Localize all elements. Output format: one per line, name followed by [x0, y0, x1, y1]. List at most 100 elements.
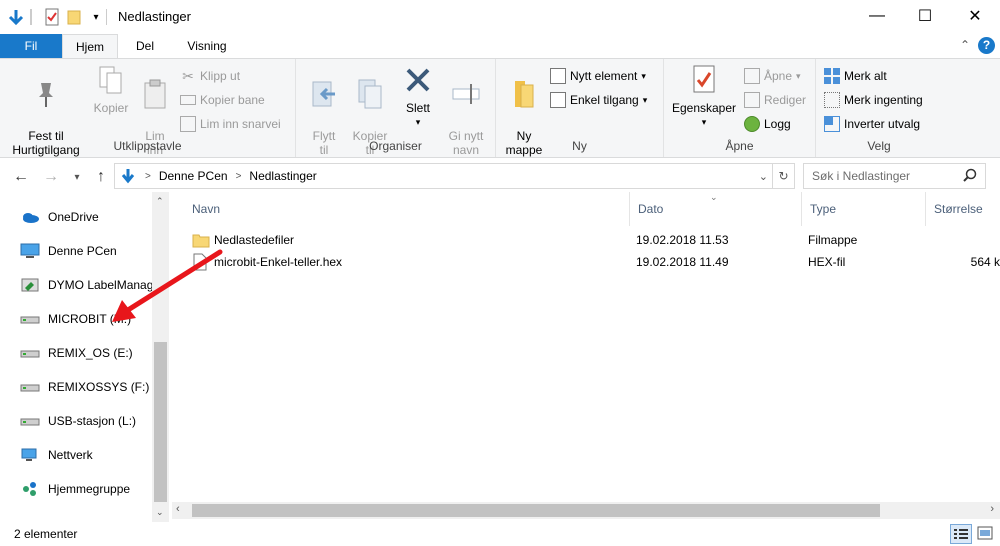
nav-item-onedrive[interactable]: OneDrive — [20, 200, 152, 234]
paste-icon — [139, 77, 171, 111]
file-size — [932, 229, 1000, 251]
invert-selection-button[interactable]: Inverter utvalg — [824, 113, 920, 135]
invert-selection-label: Inverter utvalg — [844, 117, 921, 131]
address-bar[interactable]: > Denne PCen > Nedlastinger ⌄ ↻ — [114, 163, 795, 189]
nav-item-label: REMIXOSSYS (F:) — [48, 380, 150, 394]
easy-access-label: Enkel tilgang — [570, 93, 639, 107]
nav-item-remix-os[interactable]: REMIX_OS (E:) — [20, 336, 152, 370]
nav-item-usb[interactable]: USB-stasjon (L:) — [20, 404, 152, 438]
ribbon-tabs: Fil Hjem Del Visning ⌃ ? — [0, 34, 1000, 59]
scroll-right-icon[interactable]: › — [990, 503, 994, 515]
column-header-name[interactable]: Navn — [184, 192, 630, 226]
customize-qa-icon[interactable]: ▾ — [86, 6, 106, 28]
onedrive-icon — [23, 213, 39, 223]
group-label-new: Ny — [572, 139, 587, 153]
network-icon — [21, 448, 37, 461]
tab-fil[interactable]: Fil — [0, 34, 62, 58]
properties-quick-icon[interactable] — [42, 6, 62, 28]
details-view-icon[interactable] — [950, 524, 972, 544]
copy-path-button[interactable]: Kopier bane — [180, 89, 265, 111]
cut-button[interactable]: ✂ Klipp ut — [180, 65, 240, 87]
back-button[interactable]: ← — [10, 166, 32, 188]
tab-del[interactable]: Del — [118, 34, 172, 58]
title-separator — [30, 9, 32, 25]
delete-button[interactable]: Slett ▾ — [398, 63, 438, 129]
file-type: Filmappe — [808, 233, 858, 247]
column-header-date[interactable]: Dato ⌄ — [630, 192, 802, 226]
large-icons-view-icon[interactable] — [975, 524, 997, 544]
easy-access-dropdown-icon: ▾ — [642, 94, 648, 105]
history-button[interactable]: Logg — [744, 113, 791, 135]
group-label-select: Velg — [867, 139, 891, 153]
file-size: 564 k — [970, 255, 1000, 269]
refresh-icon[interactable]: ↻ — [772, 164, 794, 188]
file-name: microbit-Enkel-teller.hex — [214, 255, 343, 269]
scroll-left-icon[interactable]: ‹ — [176, 503, 180, 515]
quick-access-down-icon[interactable] — [6, 6, 26, 28]
properties-label: Egenskaper — [671, 101, 737, 115]
new-folder-icon — [508, 77, 540, 111]
minimize-button[interactable]: — — [852, 0, 902, 32]
search-icon[interactable] — [963, 168, 977, 185]
paste-shortcut-icon — [180, 116, 196, 132]
nav-scrollbar[interactable]: ⌃ ⌄ — [152, 192, 169, 522]
group-open: Egenskaper ▾ Åpne ▾ Rediger Logg Åpne — [664, 59, 816, 157]
scroll-down-icon[interactable]: ⌄ — [156, 507, 164, 518]
help-icon[interactable]: ? — [978, 37, 995, 54]
horizontal-scrollbar-thumb[interactable] — [192, 504, 880, 517]
column-header-type[interactable]: Type — [802, 192, 926, 226]
red-arrow-annotation — [112, 249, 223, 322]
breadcrumb-separator-icon: > — [145, 170, 151, 182]
new-folder-quick-icon[interactable] — [64, 6, 84, 28]
nav-item-network[interactable]: Nettverk — [20, 438, 152, 472]
select-none-button[interactable]: Merk ingenting — [824, 89, 923, 111]
scroll-up-icon[interactable]: ⌃ — [156, 196, 164, 207]
ribbon: Fest til Hurtigtilgang Kopier Lim inn ✂ … — [0, 58, 1000, 158]
tab-hjem[interactable]: Hjem — [62, 34, 118, 59]
drive-icon — [20, 350, 40, 358]
edit-icon — [744, 92, 760, 108]
copy-path-label: Kopier bane — [200, 93, 265, 107]
collapse-ribbon-icon[interactable]: ⌃ — [960, 38, 970, 52]
edit-label: Rediger — [764, 93, 807, 107]
recent-locations-icon[interactable]: ▾ — [66, 166, 88, 188]
easy-access-button[interactable]: Enkel tilgang ▾ — [550, 89, 647, 111]
delete-dropdown-icon[interactable]: ▾ — [398, 115, 438, 129]
properties-dropdown-icon[interactable]: ▾ — [668, 115, 740, 129]
open-button[interactable]: Åpne ▾ — [744, 65, 801, 87]
horizontal-scrollbar[interactable]: ‹ › — [172, 502, 1000, 519]
history-icon — [744, 116, 760, 132]
select-all-button[interactable]: Merk alt — [824, 65, 887, 87]
paste-shortcut-button[interactable]: Lim inn snarvei — [180, 113, 281, 135]
computer-icon — [20, 243, 40, 258]
up-button[interactable]: ↑ — [90, 166, 112, 188]
group-select: Merk alt Merk ingenting Inverter utvalg … — [816, 59, 942, 157]
address-dropdown-icon[interactable]: ⌄ — [759, 170, 768, 183]
copy-button[interactable]: Kopier — [90, 63, 132, 115]
copy-icon — [95, 63, 127, 97]
homegroup-icon — [23, 482, 36, 496]
nav-item-homegroup[interactable]: Hjemmegruppe — [20, 472, 152, 506]
new-item-icon — [550, 68, 566, 84]
file-name: Nedlastedefiler — [214, 233, 295, 247]
tab-visning[interactable]: Visning — [172, 34, 242, 58]
properties-button[interactable]: Egenskaper ▾ — [668, 63, 740, 129]
file-row[interactable]: microbit-Enkel-teller.hex 19.02.2018 11.… — [184, 251, 1000, 273]
breadcrumb-this-pc[interactable]: Denne PCen — [159, 169, 228, 183]
file-row[interactable]: Nedlastedefiler 19.02.2018 11.53 Filmapp… — [184, 229, 1000, 251]
forward-button[interactable]: → — [40, 166, 62, 188]
sort-indicator-icon: ⌄ — [710, 192, 718, 202]
maximize-button[interactable]: ☐ — [900, 0, 950, 32]
edit-button[interactable]: Rediger — [744, 89, 806, 111]
easy-access-icon — [550, 92, 566, 108]
nav-scrollbar-thumb[interactable] — [154, 342, 167, 502]
window-title: Nedlastinger — [118, 9, 191, 24]
close-button[interactable]: ✕ — [950, 0, 1000, 32]
search-input[interactable]: Søk i Nedlastinger — [803, 163, 986, 189]
title-bar: ▾ Nedlastinger — ☐ ✕ — [0, 0, 1000, 34]
nav-item-remixossys[interactable]: REMIXOSSYS (F:) — [20, 370, 152, 404]
column-header-size[interactable]: Størrelse — [926, 192, 1000, 226]
dymo-drive-icon — [21, 278, 39, 292]
breadcrumb-downloads[interactable]: Nedlastinger — [249, 169, 316, 183]
new-item-button[interactable]: Nytt element ▾ — [550, 65, 646, 87]
